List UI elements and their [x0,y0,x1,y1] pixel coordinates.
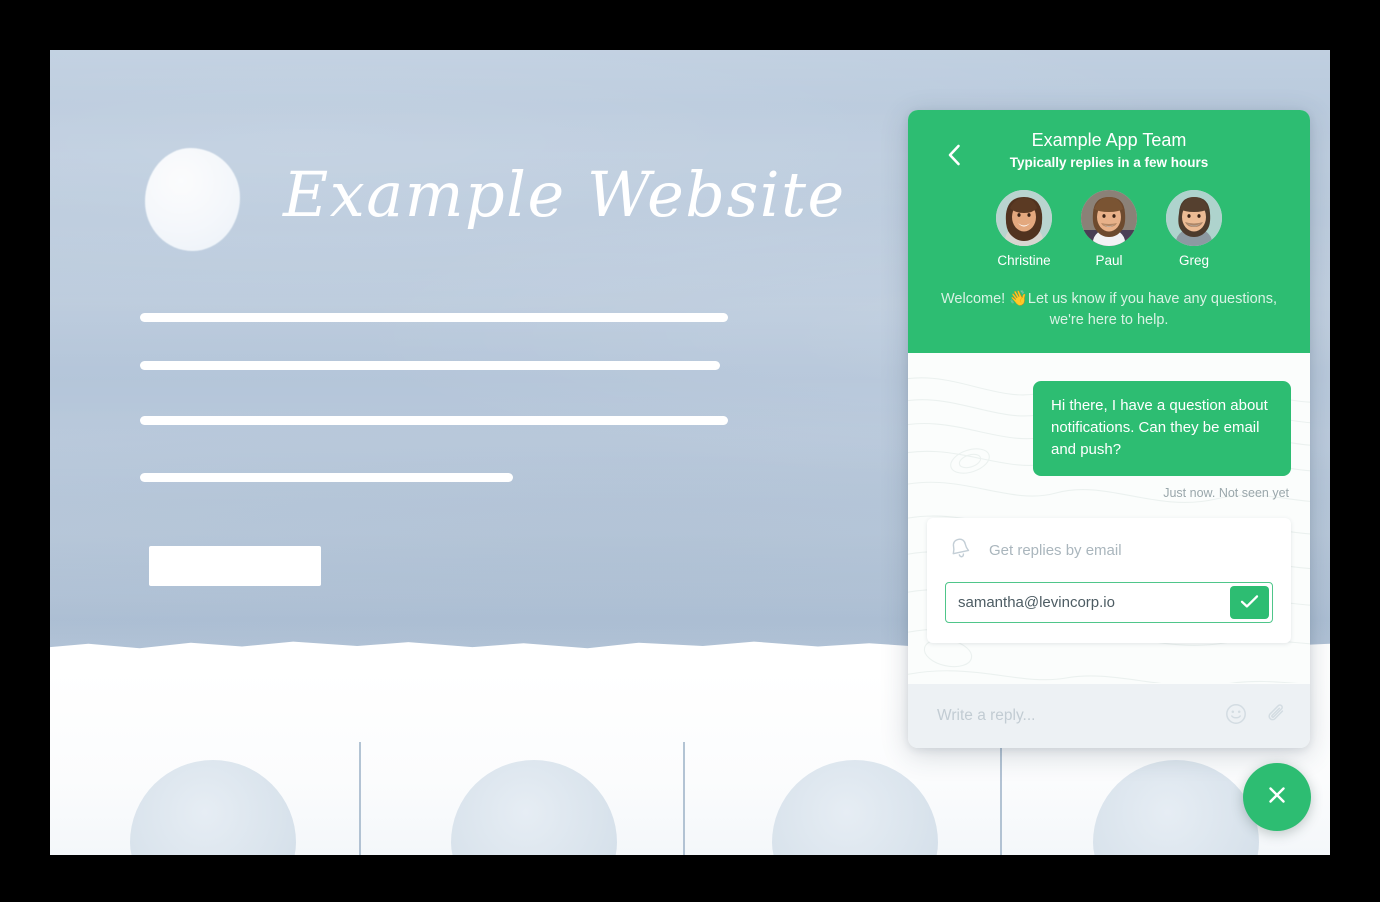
smiley-icon[interactable] [1225,703,1247,730]
messenger-panel: Example App Team Typically replies in a … [908,110,1310,748]
reply-input[interactable] [937,707,1206,725]
message-row: Hi there, I have a question about notifi… [927,381,1291,476]
website-title: Example Website [283,158,846,231]
placeholder-text-line [140,313,728,322]
email-capture-label: Get replies by email [989,541,1122,559]
wave-emoji-icon: 👋 [1009,290,1028,307]
placeholder-text-line [140,416,728,425]
conversation-body: Hi there, I have a question about notifi… [908,353,1310,684]
email-capture-card: Get replies by email [927,518,1291,643]
email-submit-button[interactable] [1230,586,1269,619]
close-x-icon [1265,783,1289,812]
chevron-left-icon [947,144,961,166]
teammate[interactable]: Paul [1078,190,1140,269]
website-cta-button[interactable] [149,546,321,586]
paperclip-icon[interactable] [1266,703,1288,730]
reply-time-subtitle: Typically replies in a few hours [1009,155,1209,170]
footer-divider [683,742,685,855]
user-message-bubble: Hi there, I have a question about notifi… [1033,381,1291,476]
placeholder-text-line [140,361,720,370]
message-composer [908,684,1310,748]
footer-card-image [130,760,296,855]
footer-card-image [772,760,938,855]
avatar [1166,190,1222,246]
avatar [1081,190,1137,246]
team-name: Example App Team [1031,130,1187,150]
teammate-name: Greg [1178,253,1209,268]
email-capture-header: Get replies by email [945,536,1273,565]
footer-card-image [1093,760,1259,855]
welcome-text-before: Welcome! [941,291,1010,307]
avatar [996,190,1052,246]
teammate[interactable]: Greg [1163,190,1225,269]
teammate[interactable]: Christine [993,190,1055,269]
welcome-text-after: Let us know if you have any questions, w… [1027,291,1277,328]
website-logo-icon [145,148,240,251]
footer-card-image [451,760,617,855]
footer-divider [1000,742,1002,855]
check-icon [1240,594,1259,612]
email-input[interactable] [946,583,1230,622]
teammate-name: Christine [997,253,1051,268]
footer-divider [359,742,361,855]
bell-icon [949,536,971,565]
email-input-wrapper [945,582,1273,623]
messenger-launcher-button[interactable] [1243,763,1311,831]
teammate-name: Paul [1095,253,1123,268]
welcome-message: Welcome! 👋Let us know if you have any qu… [938,288,1280,331]
back-button[interactable] [941,142,967,168]
teammate-list: Christine Paul Greg [908,190,1310,269]
messenger-header: Example App Team Typically replies in a … [908,110,1310,353]
placeholder-text-line [140,473,513,482]
message-status: Just now. Not seen yet [1163,486,1289,500]
